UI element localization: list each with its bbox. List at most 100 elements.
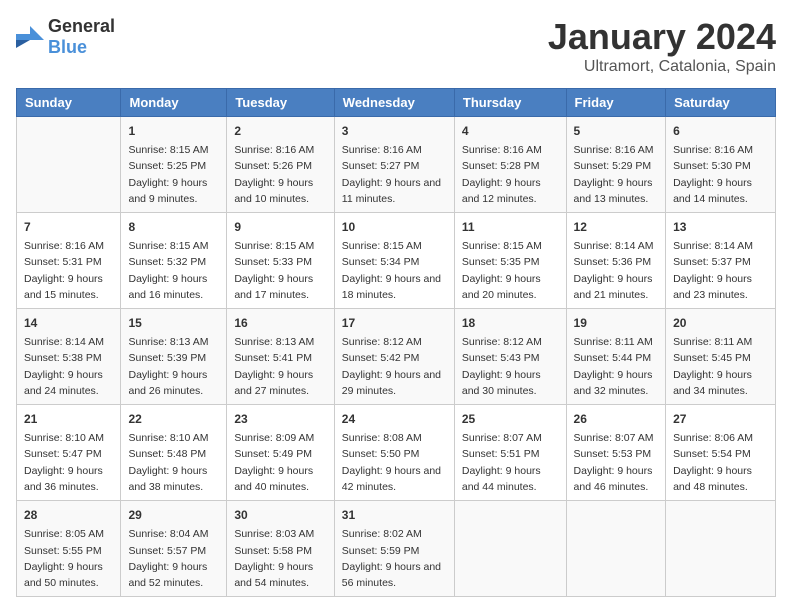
- header-day-thursday: Thursday: [454, 89, 566, 117]
- calendar-cell: 19 Sunrise: 8:11 AMSunset: 5:44 PMDayligh…: [566, 309, 666, 405]
- day-detail: Sunrise: 8:15 AMSunset: 5:35 PMDaylight:…: [462, 238, 559, 303]
- calendar-cell: [666, 501, 776, 597]
- subtitle: Ultramort, Catalonia, Spain: [548, 58, 776, 76]
- calendar-cell: [454, 501, 566, 597]
- calendar-table: SundayMondayTuesdayWednesdayThursdayFrid…: [16, 88, 776, 597]
- day-number: 8: [128, 218, 219, 236]
- day-detail: Sunrise: 8:14 AMSunset: 5:38 PMDaylight:…: [24, 334, 113, 399]
- calendar-cell: 12 Sunrise: 8:14 AMSunset: 5:36 PMDayligh…: [566, 213, 666, 309]
- day-number: 9: [234, 218, 326, 236]
- day-number: 29: [128, 506, 219, 524]
- day-number: 16: [234, 314, 326, 332]
- calendar-cell: 2Sunrise: 8:16 AMSunset: 5:26 PMDaylight…: [227, 117, 334, 213]
- logo-text-general: General: [48, 16, 115, 36]
- calendar-cell: 21 Sunrise: 8:10 AMSunset: 5:47 PMDayligh…: [17, 405, 121, 501]
- calendar-cell: 26 Sunrise: 8:07 AMSunset: 5:53 PMDayligh…: [566, 405, 666, 501]
- calendar-cell: 20Sunrise: 8:11 AMSunset: 5:45 PMDayligh…: [666, 309, 776, 405]
- day-number: 1: [128, 122, 219, 140]
- day-detail: Sunrise: 8:16 AMSunset: 5:26 PMDaylight:…: [234, 142, 326, 207]
- day-detail: Sunrise: 8:16 AMSunset: 5:29 PMDaylight:…: [574, 142, 659, 207]
- calendar-cell: 25 Sunrise: 8:07 AMSunset: 5:51 PMDayligh…: [454, 405, 566, 501]
- calendar-cell: 9 Sunrise: 8:15 AMSunset: 5:33 PMDaylight…: [227, 213, 334, 309]
- day-number: 10: [342, 218, 447, 236]
- calendar-cell: 23Sunrise: 8:09 AMSunset: 5:49 PMDayligh…: [227, 405, 334, 501]
- calendar-cell: 11 Sunrise: 8:15 AMSunset: 5:35 PMDayligh…: [454, 213, 566, 309]
- day-number: 21: [24, 410, 113, 428]
- week-row-1: 7 Sunrise: 8:16 AMSunset: 5:31 PMDaylight…: [17, 213, 776, 309]
- day-number: 14: [24, 314, 113, 332]
- day-number: 17: [342, 314, 447, 332]
- week-row-4: 28 Sunrise: 8:05 AMSunset: 5:55 PMDayligh…: [17, 501, 776, 597]
- day-detail: Sunrise: 8:03 AMSunset: 5:58 PMDaylight:…: [234, 526, 326, 591]
- day-detail: Sunrise: 8:15 AMSunset: 5:34 PMDaylight:…: [342, 238, 447, 303]
- day-detail: Sunrise: 8:09 AMSunset: 5:49 PMDaylight:…: [234, 430, 326, 495]
- day-detail: Sunrise: 8:15 AMSunset: 5:25 PMDaylight:…: [128, 142, 219, 207]
- week-row-3: 21 Sunrise: 8:10 AMSunset: 5:47 PMDayligh…: [17, 405, 776, 501]
- header-day-sunday: Sunday: [17, 89, 121, 117]
- logo-text-blue: Blue: [48, 37, 87, 57]
- day-number: 15: [128, 314, 219, 332]
- day-number: 19: [574, 314, 659, 332]
- day-detail: Sunrise: 8:16 AMSunset: 5:31 PMDaylight:…: [24, 238, 113, 303]
- day-number: 25: [462, 410, 559, 428]
- day-number: 13: [673, 218, 768, 236]
- calendar-cell: 10 Sunrise: 8:15 AMSunset: 5:34 PMDayligh…: [334, 213, 454, 309]
- logo: General Blue: [16, 16, 115, 58]
- day-detail: Sunrise: 8:15 AMSunset: 5:33 PMDaylight:…: [234, 238, 326, 303]
- calendar-cell: 13 Sunrise: 8:14 AMSunset: 5:37 PMDayligh…: [666, 213, 776, 309]
- calendar-cell: 5 Sunrise: 8:16 AMSunset: 5:29 PMDaylight…: [566, 117, 666, 213]
- calendar-cell: 17 Sunrise: 8:12 AMSunset: 5:42 PMDayligh…: [334, 309, 454, 405]
- header: General Blue January 2024 Ultramort, Cat…: [16, 16, 776, 76]
- week-row-0: 1 Sunrise: 8:15 AMSunset: 5:25 PMDaylight…: [17, 117, 776, 213]
- day-number: 27: [673, 410, 768, 428]
- day-detail: Sunrise: 8:14 AMSunset: 5:36 PMDaylight:…: [574, 238, 659, 303]
- day-number: 28: [24, 506, 113, 524]
- calendar-cell: 7 Sunrise: 8:16 AMSunset: 5:31 PMDaylight…: [17, 213, 121, 309]
- day-detail: Sunrise: 8:16 AMSunset: 5:28 PMDaylight:…: [462, 142, 559, 207]
- day-detail: Sunrise: 8:07 AMSunset: 5:51 PMDaylight:…: [462, 430, 559, 495]
- day-number: 18: [462, 314, 559, 332]
- day-detail: Sunrise: 8:16 AMSunset: 5:30 PMDaylight:…: [673, 142, 768, 207]
- calendar-cell: [17, 117, 121, 213]
- header-row: SundayMondayTuesdayWednesdayThursdayFrid…: [17, 89, 776, 117]
- day-detail: Sunrise: 8:12 AMSunset: 5:42 PMDaylight:…: [342, 334, 447, 399]
- title-area: January 2024 Ultramort, Catalonia, Spain: [548, 16, 776, 76]
- day-number: 12: [574, 218, 659, 236]
- calendar-cell: 3 Sunrise: 8:16 AMSunset: 5:27 PMDaylight…: [334, 117, 454, 213]
- calendar-cell: 14 Sunrise: 8:14 AMSunset: 5:38 PMDayligh…: [17, 309, 121, 405]
- day-number: 3: [342, 122, 447, 140]
- day-detail: Sunrise: 8:08 AMSunset: 5:50 PMDaylight:…: [342, 430, 447, 495]
- day-detail: Sunrise: 8:15 AMSunset: 5:32 PMDaylight:…: [128, 238, 219, 303]
- calendar-cell: 18Sunrise: 8:12 AMSunset: 5:43 PMDayligh…: [454, 309, 566, 405]
- day-detail: Sunrise: 8:13 AMSunset: 5:41 PMDaylight:…: [234, 334, 326, 399]
- calendar-cell: 1 Sunrise: 8:15 AMSunset: 5:25 PMDaylight…: [121, 117, 227, 213]
- day-detail: Sunrise: 8:13 AMSunset: 5:39 PMDaylight:…: [128, 334, 219, 399]
- calendar-cell: 24 Sunrise: 8:08 AMSunset: 5:50 PMDayligh…: [334, 405, 454, 501]
- day-detail: Sunrise: 8:10 AMSunset: 5:48 PMDaylight:…: [128, 430, 219, 495]
- day-detail: Sunrise: 8:05 AMSunset: 5:55 PMDaylight:…: [24, 526, 113, 591]
- day-detail: Sunrise: 8:11 AMSunset: 5:44 PMDaylight:…: [574, 334, 659, 399]
- day-number: 26: [574, 410, 659, 428]
- header-day-monday: Monday: [121, 89, 227, 117]
- header-day-wednesday: Wednesday: [334, 89, 454, 117]
- day-detail: Sunrise: 8:10 AMSunset: 5:47 PMDaylight:…: [24, 430, 113, 495]
- day-number: 7: [24, 218, 113, 236]
- day-detail: Sunrise: 8:14 AMSunset: 5:37 PMDaylight:…: [673, 238, 768, 303]
- calendar-cell: 8 Sunrise: 8:15 AMSunset: 5:32 PMDaylight…: [121, 213, 227, 309]
- day-number: 24: [342, 410, 447, 428]
- logo-icon: [16, 26, 44, 48]
- day-detail: Sunrise: 8:16 AMSunset: 5:27 PMDaylight:…: [342, 142, 447, 207]
- day-number: 5: [574, 122, 659, 140]
- week-row-2: 14 Sunrise: 8:14 AMSunset: 5:38 PMDayligh…: [17, 309, 776, 405]
- day-detail: Sunrise: 8:07 AMSunset: 5:53 PMDaylight:…: [574, 430, 659, 495]
- day-detail: Sunrise: 8:06 AMSunset: 5:54 PMDaylight:…: [673, 430, 768, 495]
- day-number: 11: [462, 218, 559, 236]
- calendar-cell: 16 Sunrise: 8:13 AMSunset: 5:41 PMDayligh…: [227, 309, 334, 405]
- header-day-saturday: Saturday: [666, 89, 776, 117]
- calendar-cell: 15 Sunrise: 8:13 AMSunset: 5:39 PMDayligh…: [121, 309, 227, 405]
- day-number: 31: [342, 506, 447, 524]
- day-number: 4: [462, 122, 559, 140]
- day-number: 22: [128, 410, 219, 428]
- calendar-cell: 29Sunrise: 8:04 AMSunset: 5:57 PMDayligh…: [121, 501, 227, 597]
- calendar-cell: 31Sunrise: 8:02 AMSunset: 5:59 PMDayligh…: [334, 501, 454, 597]
